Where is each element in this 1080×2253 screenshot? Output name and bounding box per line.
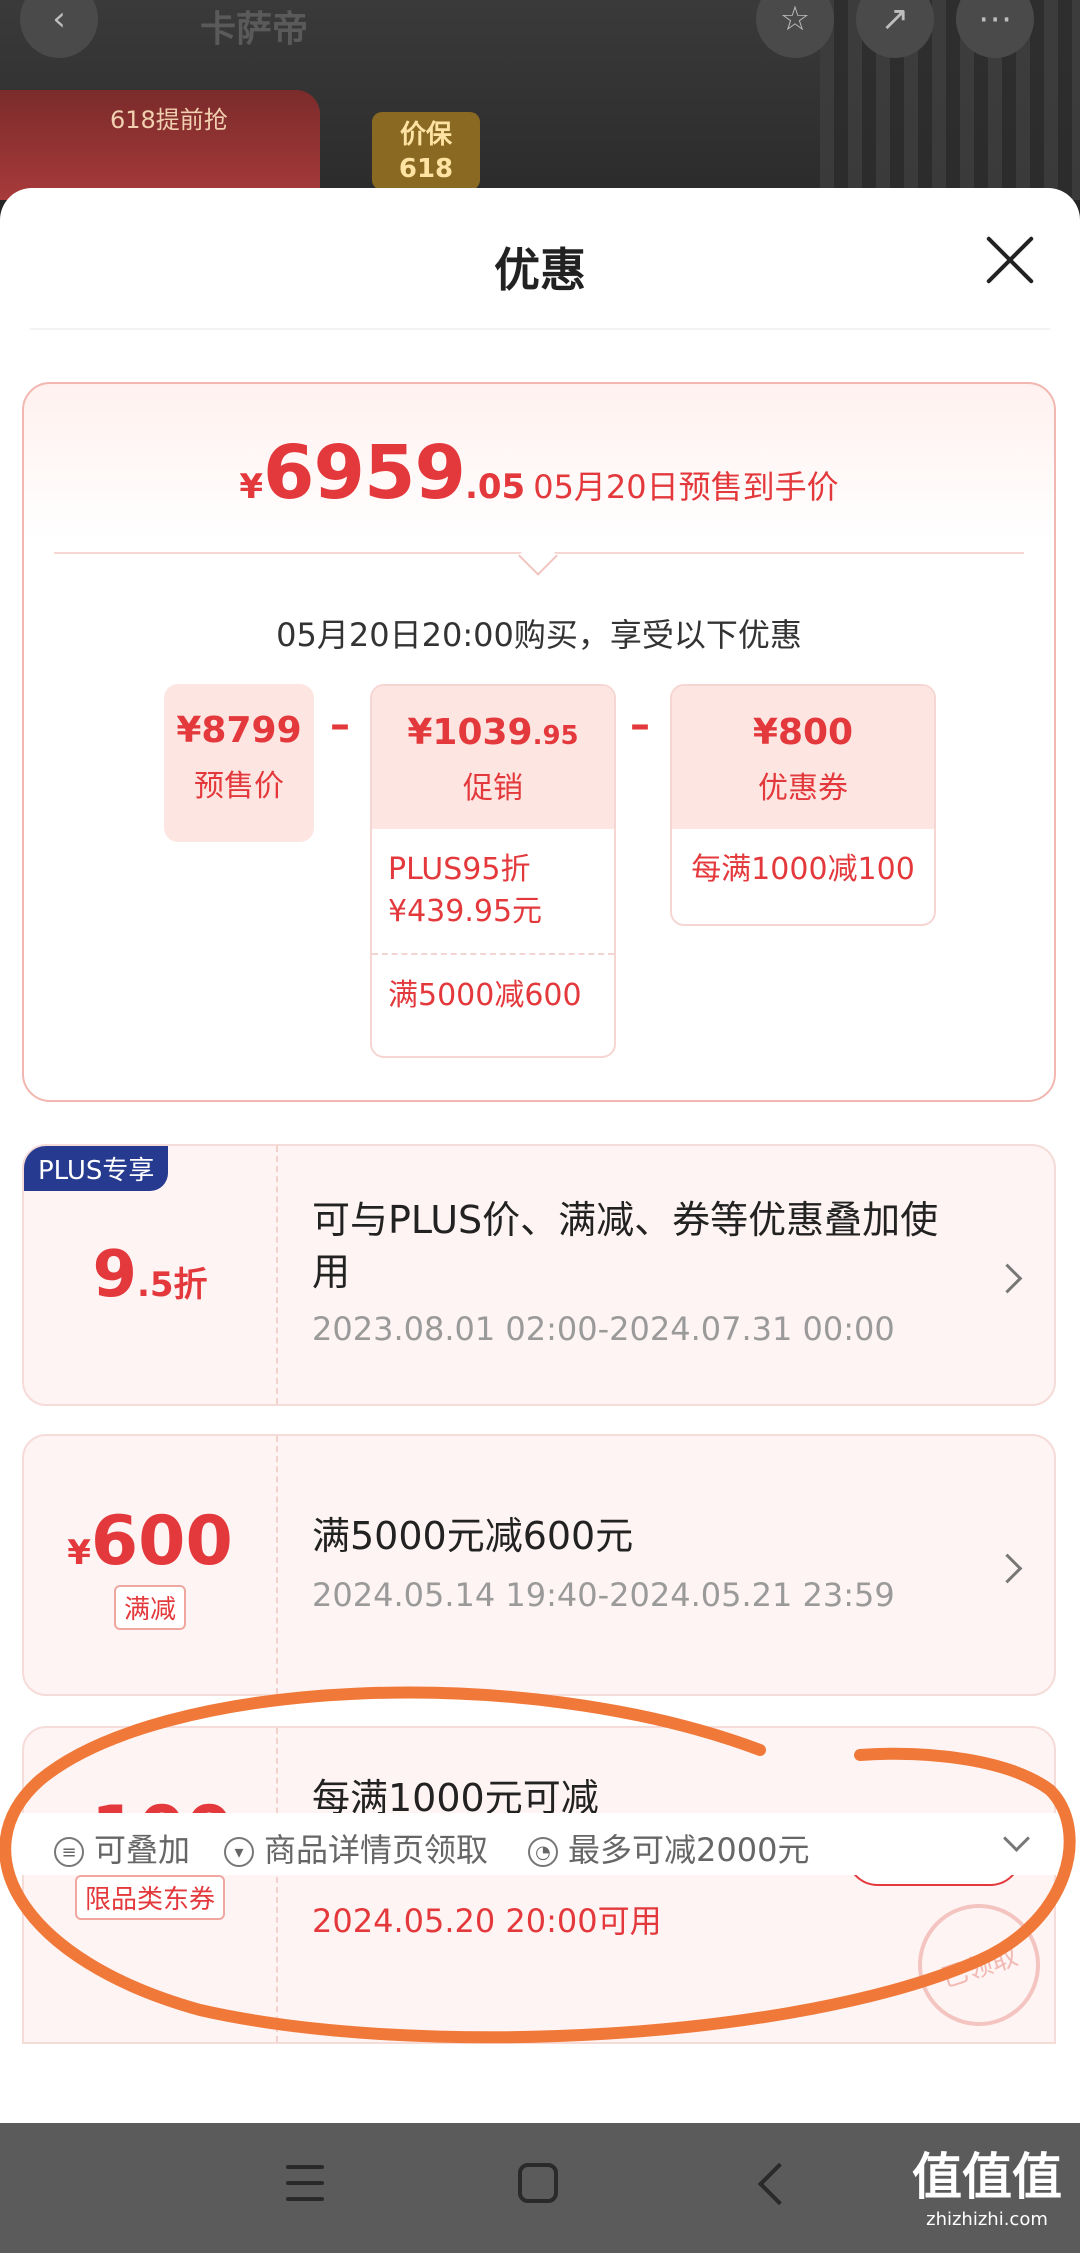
dashed-divider [276,1146,278,1404]
promo-label: 促销 [463,771,523,806]
promo-detail-threshold: 满5000减600 [372,953,614,1037]
price-protect-badge: 价保 618 [372,112,480,190]
discount-decimal: .5折 [136,1265,208,1305]
chevron-right-icon[interactable] [992,1553,1023,1584]
value-amount: 600 [90,1502,233,1581]
price-decimal: .05 [464,467,526,507]
watermark-logo: 值值值 [912,2148,1062,2206]
coupon-box: ¥800 优惠券 每满1000减100 [670,684,936,926]
price-integer: 6959 [263,430,466,516]
offer-value: 9.5折 [24,1146,276,1404]
price-label: 05月20日预售到手价 [533,468,839,506]
promotion-box: ¥1039.95 促销 PLUS95折 ¥439.95元 满5000减600 [370,684,616,1058]
promo-amount: ¥1039 [407,712,533,753]
offer-time: 2023.08.01 02:00-2024.07.31 00:00 [312,1310,895,1348]
menu-icon[interactable] [286,2165,324,2201]
price-currency: ¥ [239,467,263,507]
presale-label: 预售价 [194,769,284,804]
promo-amount-decimal: .95 [532,721,579,751]
watermark-url: zhizhizhi.com [926,2209,1048,2230]
close-icon[interactable] [978,228,1042,292]
final-price: ¥6959.05 05月20日预售到手价 [24,430,1054,516]
offer-tag: 满减 [113,1585,186,1630]
presale-amount: ¥8799 [176,710,302,751]
summary-subtitle: 05月20日20:00购买，享受以下优惠 [276,616,802,654]
notch [518,536,558,576]
minus-sign: – [630,702,650,748]
coupon-detail: 每满1000减100 [672,829,934,911]
product-header-background: 卡萨帝 ‹ ☆ ↗ ⋯ 618提前抢 价保 618 [0,0,1080,200]
offer-title: 可与PLUS价、满减、券等优惠叠加使用 [312,1198,939,1294]
promo-detail-plus: PLUS95折 ¥439.95元 [372,829,614,953]
watermark: 值值值 zhizhizhi.com [912,2137,1062,2230]
offer-card-full-reduction[interactable]: ¥600 满减 满5000元减600元 2024.05.14 19:40-202… [22,1434,1056,1696]
value-currency: ¥ [67,1533,91,1573]
annotation-ellipse [0,1686,1076,2044]
promo-label: 618提前抢 [110,106,228,134]
offer-time: 2024.05.14 19:40-2024.05.21 23:59 [312,1576,895,1614]
divider [30,328,1050,330]
back-icon[interactable]: ‹ [20,0,98,58]
chevron-right-icon[interactable] [992,1263,1023,1294]
price-summary-card: ¥6959.05 05月20日预售到手价 05月20日20:00购买，享受以下优惠… [22,382,1056,1102]
home-icon[interactable] [518,2163,558,2203]
minus-sign: – [330,702,350,748]
back-icon[interactable] [757,2162,801,2206]
coupon-amount: ¥800 [752,712,854,753]
offer-title: 满5000元减600元 [312,1514,634,1558]
dashed-divider [276,1436,278,1694]
presale-price-box: ¥8799 预售价 [164,684,314,842]
badge-line1: 价保 [399,120,452,150]
coupon-label: 优惠券 [758,771,848,806]
badge-line2: 618 [398,154,454,184]
brand-title: 卡萨帝 [200,9,309,50]
discount-integer: 9 [92,1238,137,1312]
offer-value: ¥600 满减 [24,1436,276,1694]
system-nav-bar: 值值值 zhizhizhi.com [0,2123,1080,2253]
offer-card-plus[interactable]: PLUS专享 9.5折 可与PLUS价、满减、券等优惠叠加使用 2023.08.… [22,1144,1056,1406]
sheet-title: 优惠 [494,243,586,297]
